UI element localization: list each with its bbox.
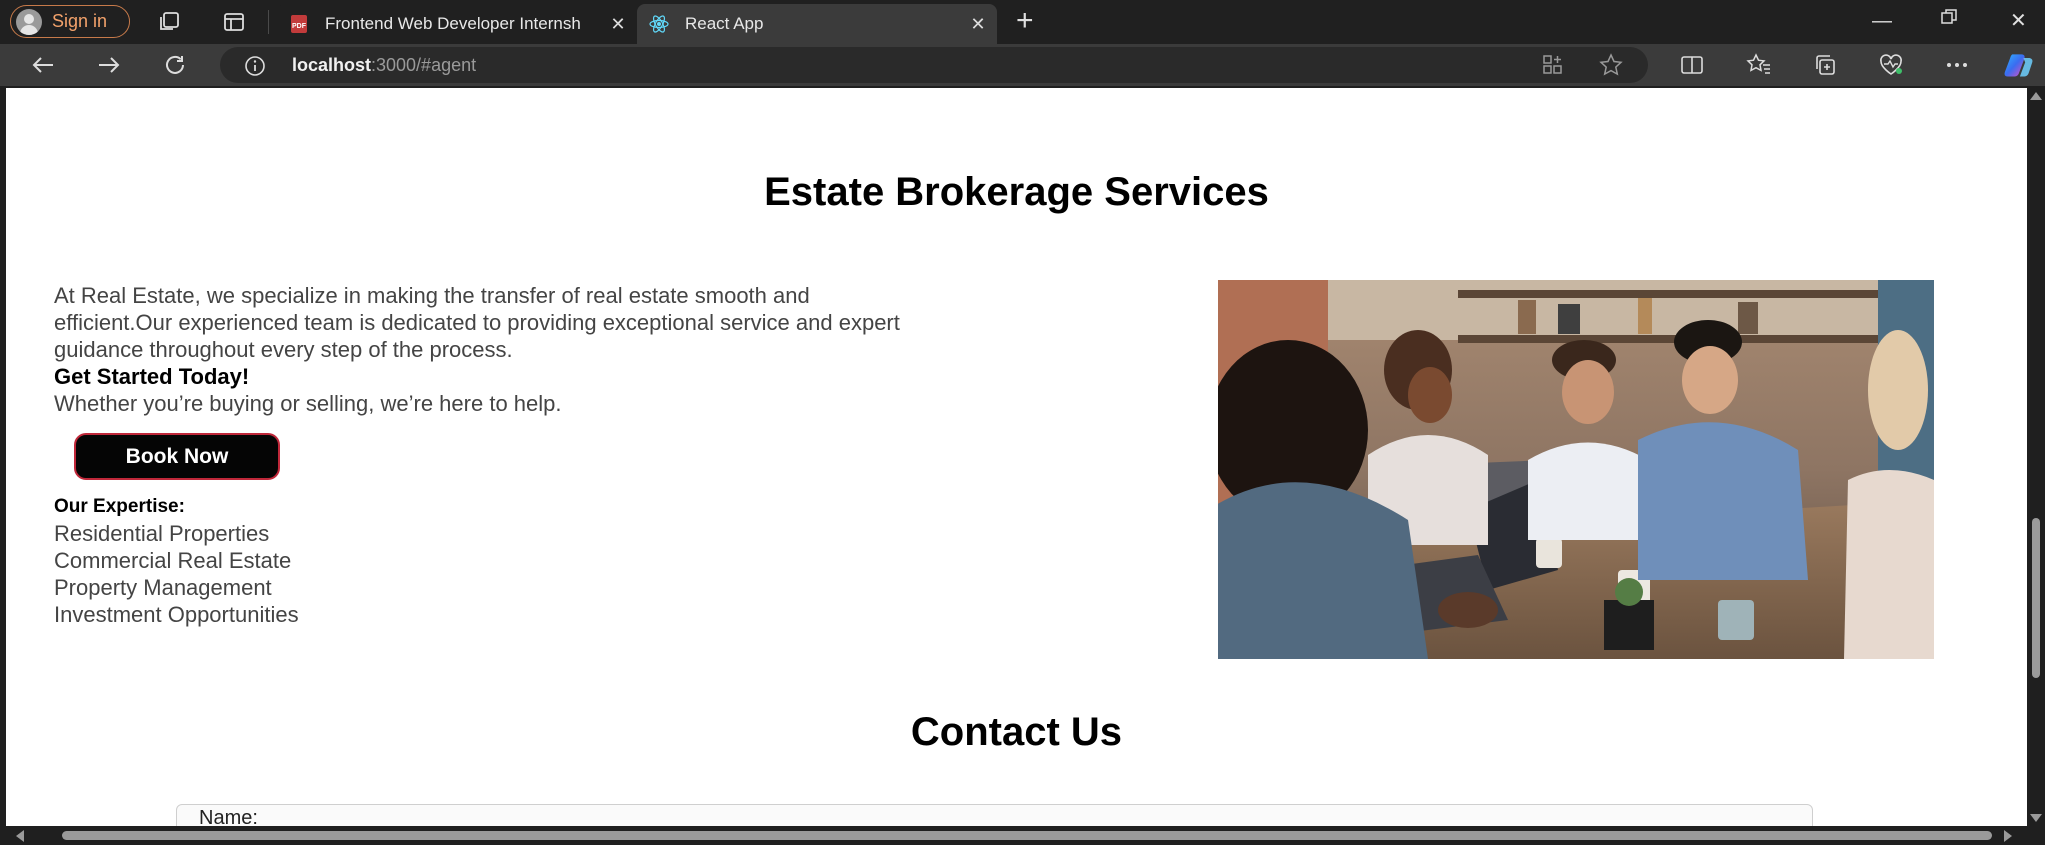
horizontal-scrollbar[interactable] [0, 826, 2045, 845]
expertise-item: Commercial Real Estate [54, 548, 292, 573]
team-meeting-photo [1218, 280, 1934, 659]
tab-separator [268, 10, 269, 34]
tab-title: Frontend Web Developer Internsh [325, 14, 581, 33]
new-tab-icon[interactable]: + [1016, 6, 1034, 36]
restore-icon[interactable] [1940, 8, 1958, 32]
services-intro: At Real Estate, we specialize in making … [54, 282, 1094, 363]
more-options-icon[interactable] [1942, 51, 1972, 79]
vertical-scroll-thumb[interactable] [2032, 518, 2040, 678]
copilot-icon[interactable] [2004, 51, 2034, 79]
expertise-item: Investment Opportunities [54, 602, 299, 627]
react-icon [649, 14, 669, 34]
tab-react-app[interactable]: React App ✕ [637, 4, 997, 44]
collections-icon[interactable] [1810, 51, 1840, 79]
vertical-scrollbar[interactable] [2027, 88, 2045, 826]
url-bar[interactable]: localhost:3000/#agent [220, 47, 1648, 83]
forward-icon[interactable] [94, 51, 124, 79]
contact-form: Name: [176, 804, 1813, 826]
url-text[interactable]: localhost:3000/#agent [292, 55, 476, 76]
app-available-icon[interactable] [1538, 51, 1568, 79]
tab-internship-pdf[interactable]: PDF Frontend Web Developer Internsh ✕ [277, 4, 637, 44]
browser-essentials-icon[interactable] [1876, 51, 1906, 79]
url-path: :3000/#agent [371, 55, 477, 75]
pdf-icon: PDF [289, 14, 309, 34]
close-tab-icon[interactable]: ✕ [605, 14, 631, 35]
avatar [16, 8, 42, 35]
get-started-title: Get Started Today! [54, 364, 250, 389]
address-bar-row: localhost:3000/#agent [0, 44, 2045, 86]
intro-line: efficient.Our experienced team is dedica… [54, 310, 900, 335]
close-window-icon[interactable]: ✕ [2010, 8, 2027, 33]
expertise-item: Property Management [54, 575, 272, 600]
scroll-up-arrow-icon[interactable] [2030, 92, 2042, 100]
page-viewport: Estate Brokerage Services At Real Estate… [6, 88, 2027, 826]
minimize-icon[interactable]: — [1872, 10, 1892, 33]
back-icon[interactable] [28, 51, 58, 79]
name-field-label: Name: [199, 807, 258, 826]
sign-in-label: Sign in [52, 11, 108, 31]
intro-line: guidance throughout every step of the pr… [54, 337, 513, 362]
contact-heading: Contact Us [910, 710, 1123, 754]
expertise-item: Residential Properties [54, 521, 270, 546]
workspaces-icon[interactable] [156, 8, 184, 36]
url-host: localhost [292, 55, 372, 75]
intro-line: At Real Estate, we specialize in making … [54, 283, 810, 308]
services-heading: Estate Brokerage Services [764, 170, 1269, 214]
scroll-left-arrow-icon[interactable] [16, 830, 24, 842]
scroll-down-arrow-icon[interactable] [2030, 814, 2042, 822]
profile-sign-in-button[interactable]: Sign in [10, 5, 130, 38]
book-now-button[interactable]: Book Now [74, 433, 280, 480]
close-tab-icon[interactable]: ✕ [965, 14, 991, 35]
tab-actions-icon[interactable] [220, 8, 248, 36]
favorite-star-icon[interactable] [1596, 51, 1626, 79]
expertise-list: Residential Properties Commercial Real E… [54, 520, 299, 628]
svg-text:PDF: PDF [292, 23, 307, 30]
site-info-icon[interactable] [244, 55, 266, 82]
expertise-title: Our Expertise: [54, 496, 185, 517]
tab-bar: Sign in PDF Frontend Web Developer Inter… [0, 0, 2045, 44]
horizontal-scroll-thumb[interactable] [62, 831, 1992, 840]
tab-title: React App [685, 14, 764, 33]
scroll-right-arrow-icon[interactable] [2004, 830, 2012, 842]
split-screen-icon[interactable] [1677, 51, 1707, 79]
get-started-text: Whether you’re buying or selling, we’re … [54, 391, 562, 416]
favorites-icon[interactable] [1744, 51, 1774, 79]
refresh-icon[interactable] [160, 51, 190, 79]
